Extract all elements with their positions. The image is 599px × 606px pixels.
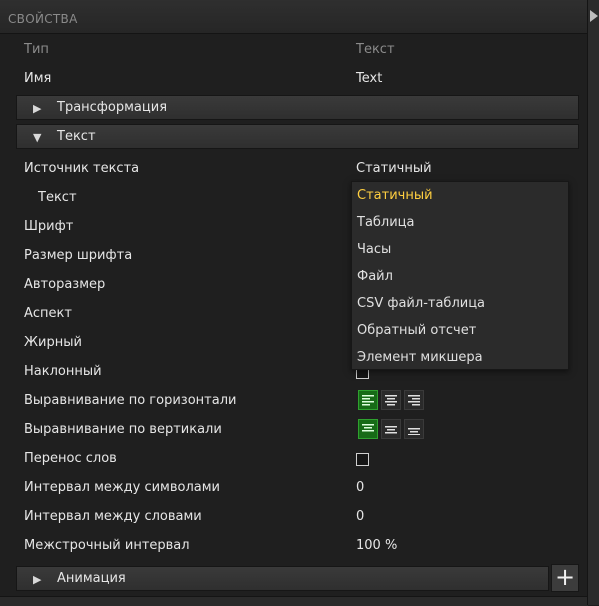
section-animation[interactable]: ▶ Анимация xyxy=(16,566,549,591)
section-transform[interactable]: ▶ Трансформация xyxy=(16,95,579,120)
dropdown-option-file[interactable]: Файл xyxy=(357,263,393,290)
font-size-label: Размер шрифта xyxy=(24,248,133,263)
align-left-icon xyxy=(362,395,374,406)
section-transform-title: Трансформация xyxy=(57,100,168,115)
word-spacing-row[interactable]: Интервал между словами 0 xyxy=(0,503,588,531)
valign-bottom-button[interactable] xyxy=(404,419,424,439)
name-label: Имя xyxy=(24,71,52,86)
align-middle-icon xyxy=(385,426,397,434)
collapse-arrow-icon: ▼ xyxy=(33,131,42,144)
halign-center-button[interactable] xyxy=(381,390,401,410)
line-spacing-label: Межстрочный интервал xyxy=(24,538,190,553)
wordwrap-label: Перенос слов xyxy=(24,451,117,466)
valign-label: Выравнивание по вертикали xyxy=(24,422,222,437)
valign-middle-button[interactable] xyxy=(381,419,401,439)
dropdown-option-clock[interactable]: Часы xyxy=(357,236,391,263)
letter-spacing-label: Интервал между символами xyxy=(24,480,220,495)
letter-spacing-value[interactable]: 0 xyxy=(356,480,364,495)
dropdown-option-static[interactable]: Статичный xyxy=(357,182,433,209)
wordwrap-row: Перенос слов xyxy=(0,445,588,473)
halign-label: Выравнивание по горизонтали xyxy=(24,393,237,408)
name-value[interactable]: Text xyxy=(356,71,382,86)
name-row[interactable]: Имя Text xyxy=(0,65,588,93)
valign-row: Выравнивание по вертикали xyxy=(0,416,588,444)
dropdown-option-csv[interactable]: CSV файл-таблица xyxy=(357,290,485,317)
dropdown-option-mixer-element[interactable]: Элемент микшера xyxy=(357,344,483,371)
text-source-select[interactable]: Статичный xyxy=(356,161,432,176)
font-label: Шрифт xyxy=(24,219,74,234)
properties-panel: СВОЙСТВА Тип Текст Имя Text ▶ Трансформа… xyxy=(0,0,589,606)
text-source-row[interactable]: Источник текста Статичный xyxy=(0,155,588,183)
dropdown-option-table[interactable]: Таблица xyxy=(357,209,415,236)
type-label: Тип xyxy=(24,42,49,57)
add-animation-button[interactable]: + xyxy=(551,564,579,592)
section-text[interactable]: ▼ Текст xyxy=(16,124,579,149)
align-top-icon xyxy=(362,424,374,432)
panel-titlebar: СВОЙСТВА xyxy=(0,0,588,34)
align-center-icon xyxy=(385,395,397,406)
word-spacing-value[interactable]: 0 xyxy=(356,509,364,524)
panel-scrollbar[interactable] xyxy=(587,0,599,605)
text-source-label: Источник текста xyxy=(24,161,140,176)
collapse-panel-arrow-icon[interactable] xyxy=(590,10,598,22)
line-spacing-row[interactable]: Межстрочный интервал 100 % xyxy=(0,532,588,560)
text-source-dropdown[interactable]: Статичный Таблица Часы Файл CSV файл-таб… xyxy=(351,181,569,370)
italic-label: Наклонный xyxy=(24,364,102,379)
wordwrap-checkbox[interactable] xyxy=(356,453,369,466)
valign-top-button[interactable] xyxy=(358,419,378,439)
autosize-label: Авторазмер xyxy=(24,277,106,292)
align-bottom-icon xyxy=(408,428,420,435)
text-label: Текст xyxy=(38,190,77,205)
letter-spacing-row[interactable]: Интервал между символами 0 xyxy=(0,474,588,502)
align-right-icon xyxy=(408,395,420,406)
halign-right-button[interactable] xyxy=(404,390,424,410)
halign-left-button[interactable] xyxy=(358,390,378,410)
type-row: Тип Текст xyxy=(0,36,588,64)
line-spacing-value[interactable]: 100 % xyxy=(356,538,397,553)
dropdown-option-countdown[interactable]: Обратный отсчет xyxy=(357,317,476,344)
halign-row: Выравнивание по горизонтали xyxy=(0,387,588,415)
expand-arrow-icon: ▶ xyxy=(33,573,42,586)
aspect-label: Аспект xyxy=(24,306,72,321)
bold-label: Жирный xyxy=(24,335,82,350)
section-text-title: Текст xyxy=(57,129,96,144)
word-spacing-label: Интервал между словами xyxy=(24,509,202,524)
section-animation-title: Анимация xyxy=(57,571,126,586)
panel-title: СВОЙСТВА xyxy=(8,12,78,26)
type-value: Текст xyxy=(356,42,395,57)
expand-arrow-icon: ▶ xyxy=(33,102,42,115)
